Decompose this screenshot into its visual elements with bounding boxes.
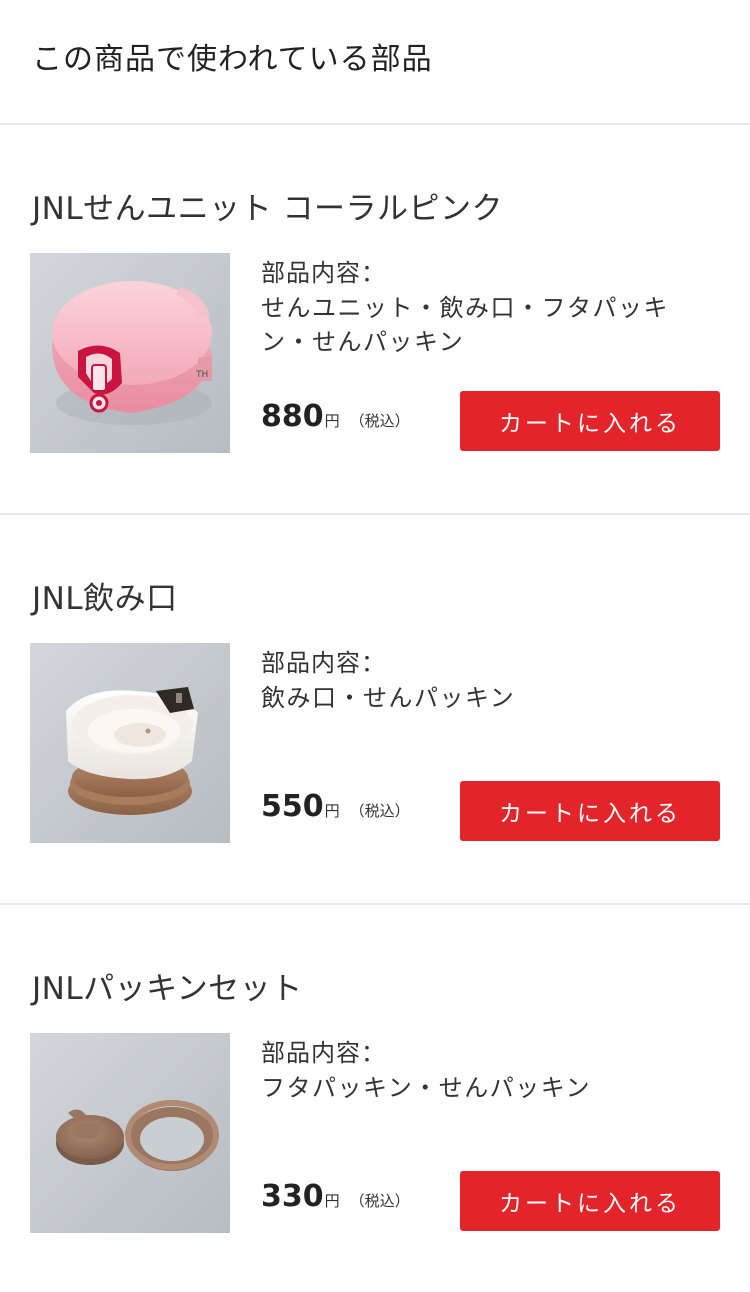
part-name: JNLパッキンセット	[32, 971, 303, 1007]
part-name: JNLせんユニット コーラルピンク	[32, 191, 503, 227]
price: 550 円 （税込）	[261, 789, 410, 824]
contents-label: 部品内容：	[261, 1039, 386, 1067]
part-item: JNL飲み口 部品内容： 飲み口・せんパッキン 550 円 （税込） カートに入…	[0, 515, 750, 905]
contents-label: 部品内容：	[261, 259, 386, 287]
contents-value: フタパッキン・せんパッキン	[261, 1074, 592, 1102]
contents-value: 飲み口・せんパッキン	[261, 684, 516, 712]
part-item: JNLパッキンセット 部品内容： フタパッキン・せんパッキン 330 円 （税込…	[0, 905, 750, 1292]
section-header: この商品で使われている部品	[0, 0, 750, 125]
parts-page: この商品で使われている部品 JNLせんユニット コーラルピンク TH 部品内容：…	[0, 0, 750, 1292]
price: 330 円 （税込）	[261, 1179, 410, 1214]
tax-note: （税込）	[349, 412, 410, 430]
price-amount: 880	[261, 399, 324, 434]
price: 880 円 （税込）	[261, 399, 410, 434]
price-amount: 550	[261, 789, 324, 824]
add-to-cart-button[interactable]: カートに入れる	[460, 391, 720, 451]
tax-note: （税込）	[349, 802, 410, 820]
price-unit: 円	[324, 802, 340, 820]
pink-stopper-unit-photo: TH	[30, 253, 230, 453]
page-title: この商品で使われている部品	[32, 41, 433, 77]
price-unit: 円	[324, 412, 340, 430]
gasket-set-photo	[30, 1033, 230, 1233]
mouthpiece-photo	[30, 643, 230, 843]
contents-label: 部品内容：	[261, 649, 386, 677]
contents-value: せんユニット・飲み口・フタパッキン・せんパッキン	[261, 294, 669, 356]
add-to-cart-button[interactable]: カートに入れる	[460, 1171, 720, 1231]
price-amount: 330	[261, 1179, 324, 1214]
part-name: JNL飲み口	[32, 581, 178, 617]
price-unit: 円	[324, 1192, 340, 1210]
tax-note: （税込）	[349, 1192, 410, 1210]
svg-text:TH: TH	[195, 370, 208, 380]
add-to-cart-button[interactable]: カートに入れる	[460, 781, 720, 841]
part-item: JNLせんユニット コーラルピンク TH 部品内容： せんユニット・飲み口・フタ…	[0, 125, 750, 515]
